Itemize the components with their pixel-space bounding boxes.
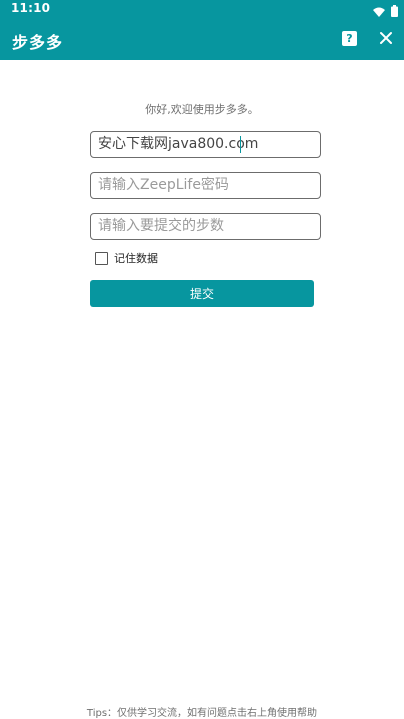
remember-data-checkbox[interactable] <box>95 251 108 265</box>
account-input[interactable] <box>90 131 321 158</box>
tips-text: Tips：仅供学习交流，如有问题点击右上角使用帮助 <box>86 708 318 719</box>
status-time: 11:10 <box>11 1 51 15</box>
app-bar: 步多多 ? <box>0 18 404 60</box>
welcome-text: 你好,欢迎使用步多多。 <box>145 103 259 116</box>
remember-data-checkbox-row[interactable]: 记住数据 <box>95 250 158 266</box>
close-icon[interactable] <box>377 29 395 47</box>
status-bar: 11:10 <box>0 0 404 18</box>
steps-input[interactable] <box>90 213 321 240</box>
app-title: 步多多 <box>12 33 64 52</box>
remember-data-label: 记住数据 <box>114 252 158 265</box>
submit-button[interactable]: 提交 <box>90 280 314 307</box>
text-caret <box>240 136 241 153</box>
app-screen: 11:10 步多多 ? 你好,欢迎使用步多多。 安心下载网java800.com… <box>0 0 404 719</box>
password-input[interactable] <box>90 172 321 199</box>
help-label: ? <box>346 32 353 45</box>
help-icon[interactable]: ? <box>342 31 357 46</box>
